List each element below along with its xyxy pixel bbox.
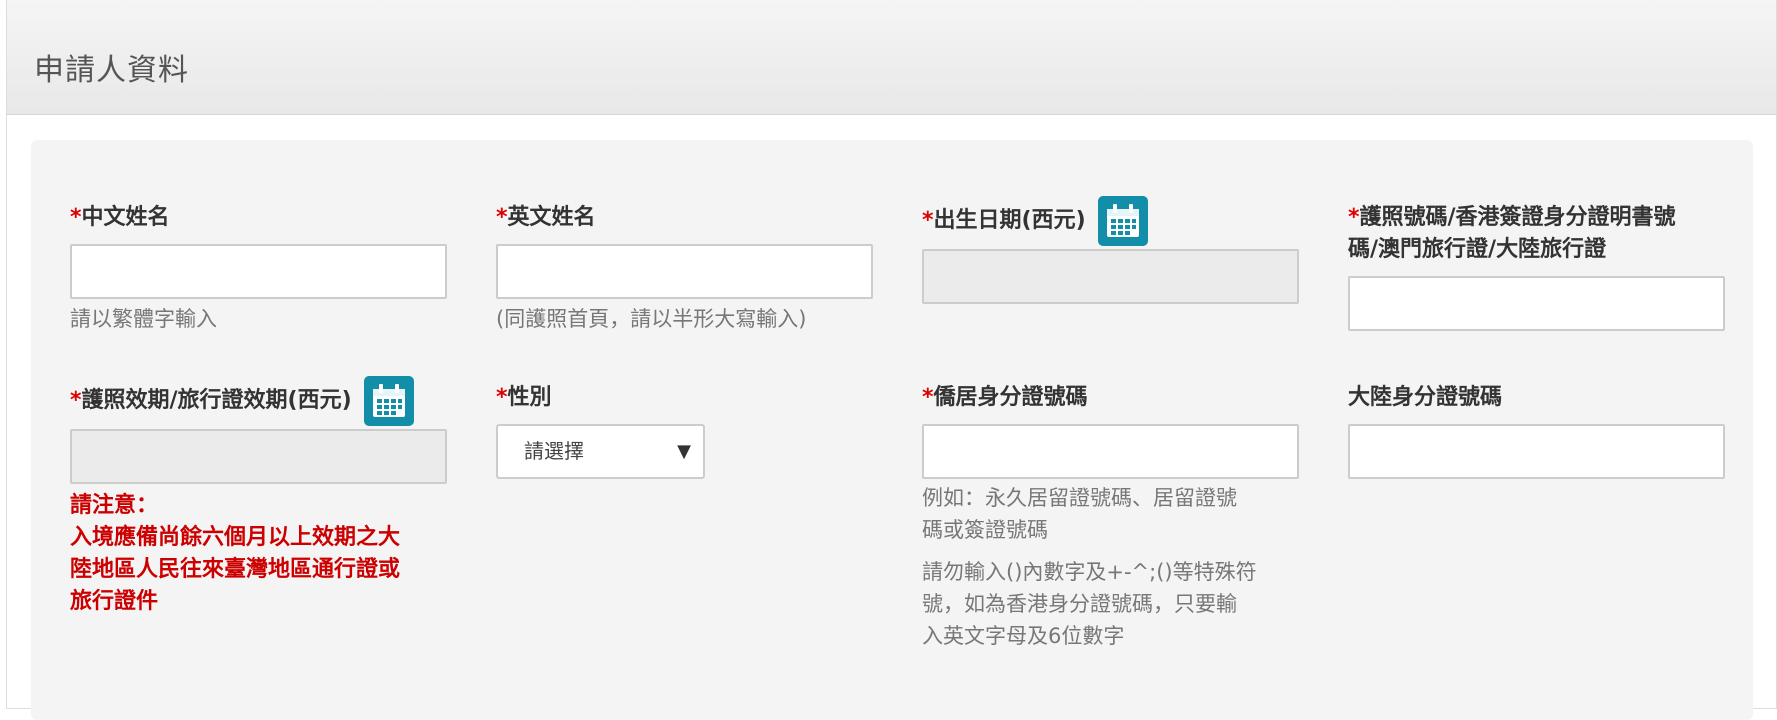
hint-line: 號，如為香港身分證號碼，只要輸 <box>922 592 1237 616</box>
hint-line: 入英文字母及6位數字 <box>922 624 1125 648</box>
field-gender: * 性別 請選擇 ▼ <box>496 382 705 479</box>
field-residence-id: * 僑居身分證號碼 例如：永久居留證號碼、居留證號 碼或簽證號碼 請勿輸入()內數… <box>922 382 1299 652</box>
warning-line: 入境應備尚餘六個月以上效期之大 <box>70 525 401 550</box>
field-passport-no: *護照號碼/香港簽證身分證明書號 碼/澳門旅行證/大陸旅行證 <box>1348 202 1725 331</box>
passport-no-label: *護照號碼/香港簽證身分證明書號 碼/澳門旅行證/大陸旅行證 <box>1348 202 1725 266</box>
chinese-name-input[interactable] <box>70 244 447 299</box>
required-mark: * <box>922 385 934 410</box>
warning-title: 請注意： <box>70 493 159 518</box>
gender-label: * 性別 <box>496 382 705 414</box>
passport-expiry-label: * 護照效期/旅行證效期(西元) <box>70 376 447 426</box>
residence-id-hint-1: 例如：永久居留證號碼、居留證號 碼或簽證號碼 <box>922 482 1299 546</box>
field-chinese-name: * 中文姓名 請以繁體字輸入 <box>70 202 447 335</box>
field-mainland-id: 大陸身分證號碼 <box>1348 382 1725 479</box>
chinese-name-label: * 中文姓名 <box>70 202 447 234</box>
mainland-id-input[interactable] <box>1348 424 1725 479</box>
passport-no-label-line1: 護照號碼/香港簽證身分證明書號 <box>1359 205 1676 230</box>
panel-header: 申請人資料 <box>7 0 1776 115</box>
hint-line: 例如：永久居留證號碼、居留證號 <box>922 486 1237 510</box>
residence-id-label: * 僑居身分證號碼 <box>922 382 1299 414</box>
passport-no-label-line2: 碼/澳門旅行證/大陸旅行證 <box>1348 237 1607 262</box>
chinese-name-label-text: 中文姓名 <box>81 205 170 230</box>
calendar-icon <box>1106 204 1139 237</box>
applicant-panel: 申請人資料 * 中文姓名 請以繁體字輸入 * 英文姓名 (同護照首頁，請以半形大寫輸… <box>6 0 1777 720</box>
residence-id-label-text: 僑居身分證號碼 <box>933 385 1088 410</box>
mainland-id-label: 大陸身分證號碼 <box>1348 385 1503 410</box>
birth-date-calendar-button[interactable] <box>1097 196 1148 246</box>
field-birth-date: * 出生日期(西元) <box>922 196 1299 304</box>
required-mark: * <box>496 205 508 230</box>
warning-line: 陸地區人民往來臺灣地區通行證或 <box>70 557 401 582</box>
passport-expiry-warning: 請注意： 入境應備尚餘六個月以上效期之大 陸地區人民往來臺灣地區通行證或 旅行證… <box>70 490 447 618</box>
residence-id-hint-2: 請勿輸入()內數字及+-^;()等特殊符 號，如為香港身分證號碼，只要輸 入英文… <box>922 556 1299 652</box>
required-mark: * <box>70 205 82 230</box>
english-name-label: * 英文姓名 <box>496 202 873 234</box>
gender-selected-value: 請選擇 <box>524 439 584 463</box>
chevron-down-icon: ▼ <box>677 441 691 462</box>
passport-expiry-label-text: 護照效期/旅行證效期(西元) <box>81 388 352 413</box>
form-body: * 中文姓名 請以繁體字輸入 * 英文姓名 (同護照首頁，請以半形大寫輸入) * 出生… <box>31 140 1753 720</box>
english-name-label-text: 英文姓名 <box>507 205 596 230</box>
field-english-name: * 英文姓名 (同護照首頁，請以半形大寫輸入) <box>496 202 873 335</box>
english-name-hint: (同護照首頁，請以半形大寫輸入) <box>496 307 807 331</box>
birth-date-label: * 出生日期(西元) <box>922 196 1299 246</box>
hint-line: 請勿輸入()內數字及+-^;()等特殊符 <box>922 560 1257 584</box>
residence-id-input[interactable] <box>922 424 1299 479</box>
required-mark: * <box>70 388 82 413</box>
birth-date-input[interactable] <box>922 249 1299 304</box>
passport-expiry-calendar-button[interactable] <box>363 376 414 426</box>
required-mark: * <box>496 385 508 410</box>
field-passport-expiry: * 護照效期/旅行證效期(西元) 請注意： 入境應備尚餘六個月以上效期之大 陸地… <box>70 376 447 618</box>
passport-expiry-input[interactable] <box>70 429 447 484</box>
passport-no-input[interactable] <box>1348 276 1725 331</box>
english-name-input[interactable] <box>496 244 873 299</box>
warning-line: 旅行證件 <box>70 589 159 614</box>
hint-line: 碼或簽證號碼 <box>922 518 1048 542</box>
required-mark: * <box>922 208 934 233</box>
panel-title: 申請人資料 <box>34 53 189 88</box>
calendar-icon <box>372 384 405 417</box>
gender-select[interactable]: 請選擇 ▼ <box>496 424 705 479</box>
gender-label-text: 性別 <box>507 385 552 410</box>
birth-date-label-text: 出生日期(西元) <box>933 208 1086 233</box>
chinese-name-hint: 請以繁體字輸入 <box>70 307 217 331</box>
required-mark: * <box>1348 205 1360 230</box>
